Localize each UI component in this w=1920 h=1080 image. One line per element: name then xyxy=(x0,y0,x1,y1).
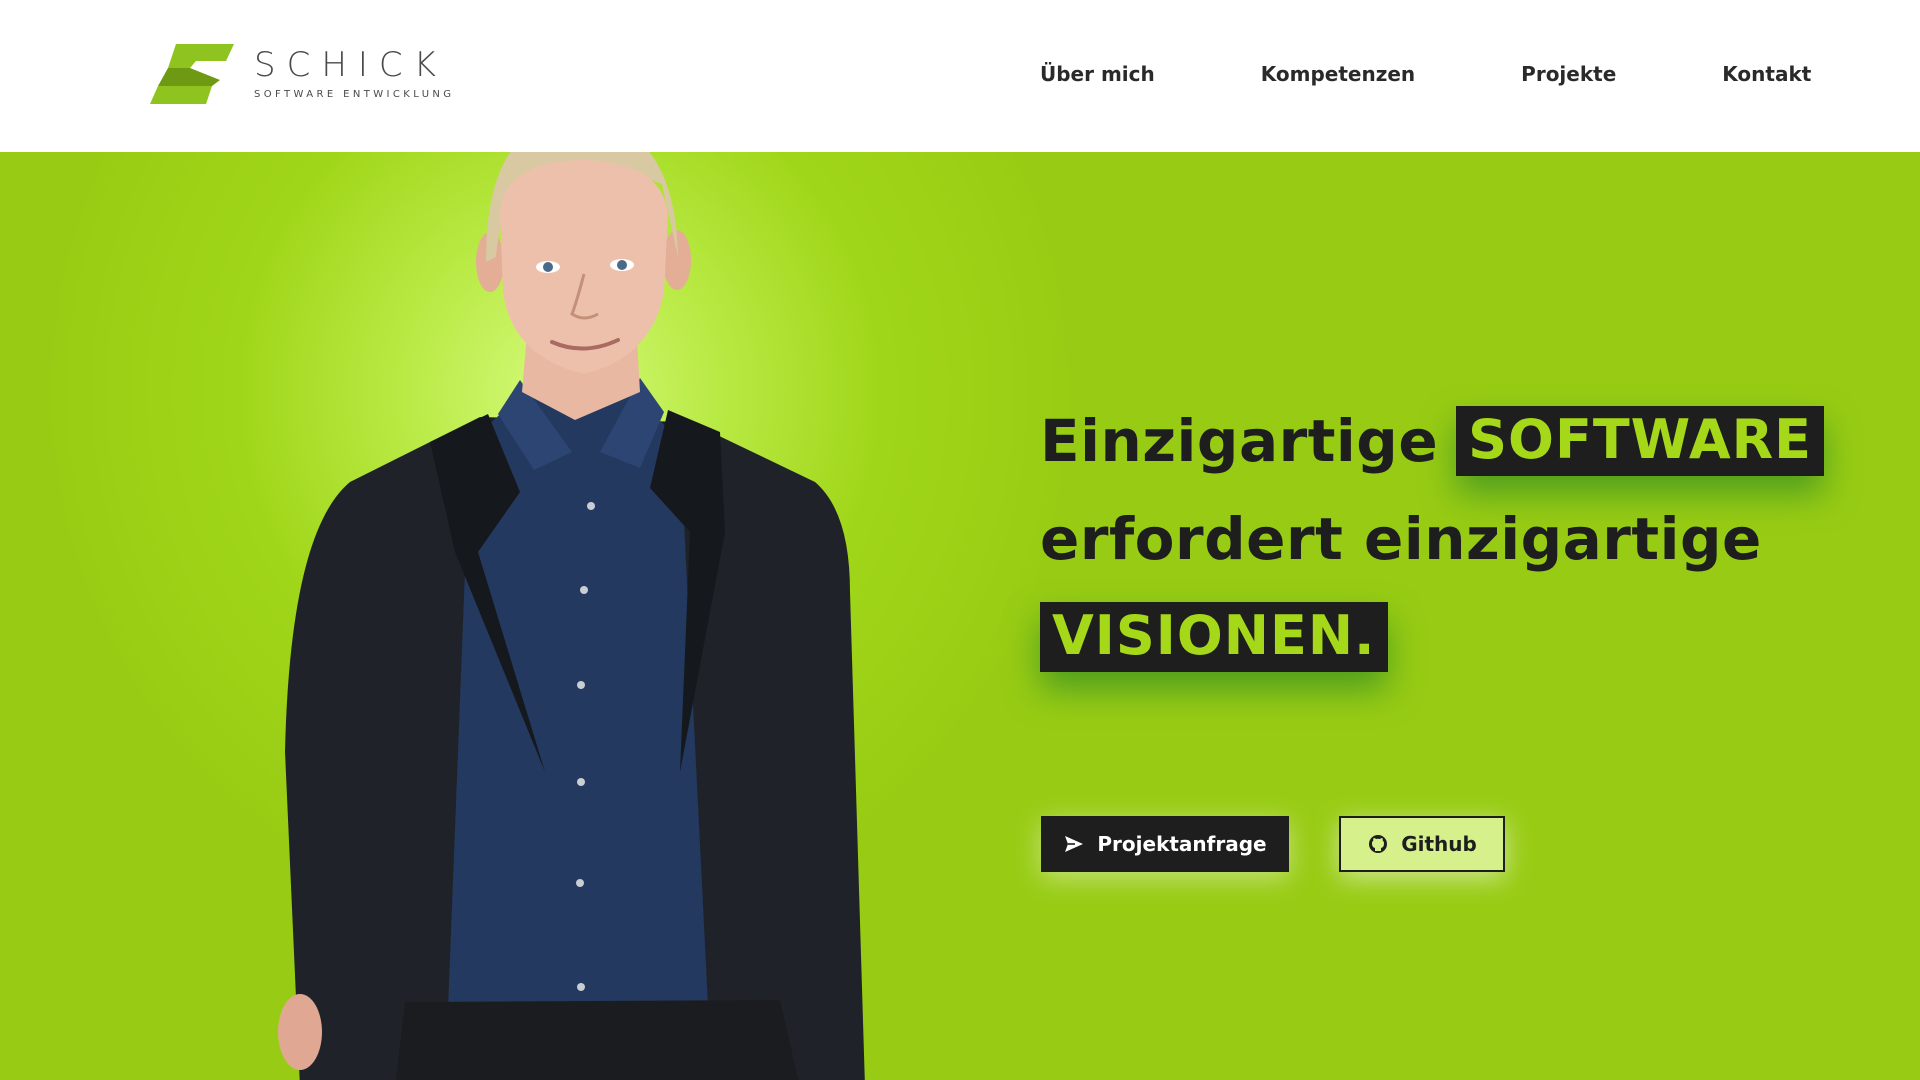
projektanfrage-button[interactable]: Projektanfrage xyxy=(1041,816,1289,872)
headline-line-3: VISIONEN. xyxy=(1040,588,1860,686)
github-button[interactable]: Github xyxy=(1339,816,1505,872)
portrait-photo xyxy=(278,152,865,1080)
stylized-s-logo-icon xyxy=(150,44,234,104)
headline-line-1: Einzigartige SOFTWARE xyxy=(1040,392,1860,490)
send-icon xyxy=(1063,833,1085,855)
headline-line-2: erfordert einzigartige xyxy=(1040,490,1860,588)
trousers xyxy=(395,1000,799,1080)
nav-item-ueber-mich[interactable]: Über mich xyxy=(1040,60,1155,88)
github-label: Github xyxy=(1401,832,1477,856)
main-nav: Über mich Kompetenzen Projekte Kontakt xyxy=(1040,60,1811,88)
hero-actions: Projektanfrage Github xyxy=(1041,816,1505,872)
headline-text: erfordert einzigartige xyxy=(1040,505,1762,573)
brand-tagline: SOFTWARE ENTWICKLUNG xyxy=(254,88,455,100)
hero-section: Einzigartige SOFTWARE erfordert einzigar… xyxy=(0,152,1920,1080)
nav-item-kontakt[interactable]: Kontakt xyxy=(1722,60,1811,88)
github-icon xyxy=(1367,833,1389,855)
brand-logo[interactable]: SCHICK SOFTWARE ENTWICKLUNG xyxy=(150,44,454,104)
projektanfrage-label: Projektanfrage xyxy=(1097,832,1267,856)
brand-text: SCHICK SOFTWARE ENTWICKLUNG xyxy=(254,47,454,102)
site-header: SCHICK SOFTWARE ENTWICKLUNG Über mich Ko… xyxy=(0,0,1920,152)
hero-headline: Einzigartige SOFTWARE erfordert einzigar… xyxy=(1040,392,1860,686)
nav-item-kompetenzen[interactable]: Kompetenzen xyxy=(1261,60,1415,88)
headline-highlight-software: SOFTWARE xyxy=(1456,406,1825,476)
nav-item-projekte[interactable]: Projekte xyxy=(1521,60,1616,88)
headline-highlight-visionen: VISIONEN. xyxy=(1040,602,1388,672)
headline-text: Einzigartige xyxy=(1040,407,1439,475)
brand-name: SCHICK xyxy=(254,44,447,85)
face xyxy=(500,160,668,374)
